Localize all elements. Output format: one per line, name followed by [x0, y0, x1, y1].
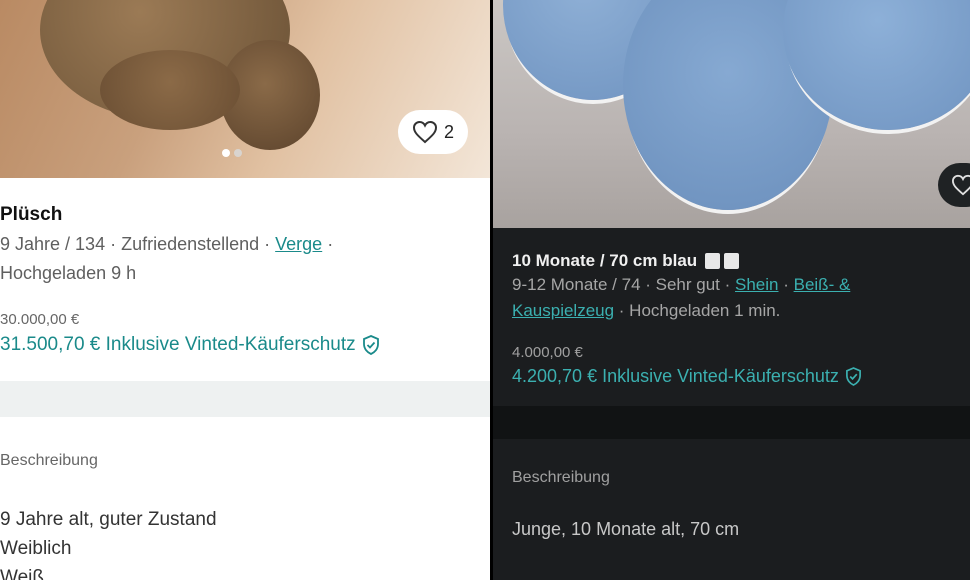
- description-text: 9 Jahre alt, guter Zustand Weiblich Weiß: [0, 505, 217, 580]
- description-line: Weiblich: [0, 538, 72, 559]
- listing-panel-light: 2 Plüsch 9 Jahre / 134 · Zufriedenstelle…: [0, 0, 490, 580]
- description-line: Weiß: [0, 567, 44, 580]
- listing-meta: 9 Jahre / 134 · Zufriedenstellend · Verg…: [0, 230, 480, 288]
- photo-pagination-dots: [222, 149, 242, 157]
- category-link-continued[interactable]: Kauspielzeug: [512, 301, 614, 320]
- listing-title: Plüsch: [0, 204, 63, 225]
- category-link[interactable]: Beiß- &: [794, 275, 851, 294]
- price-with-protection: 31.500,70 € Inklusive Vinted-Käuferschut…: [0, 334, 356, 355]
- upload-time: · Hochgeladen 1 min.: [614, 301, 781, 320]
- badge-icon: [724, 253, 740, 269]
- shield-check-icon: [845, 367, 861, 386]
- buyer-protection-price[interactable]: 4.200,70 € Inklusive Vinted-Käuferschutz: [512, 366, 862, 387]
- favorite-count: 2: [443, 121, 454, 142]
- pagination-dot: [234, 149, 242, 157]
- description-label: Beschreibung: [512, 469, 610, 486]
- upload-time: Hochgeladen 9 h: [0, 263, 137, 283]
- meta-size-condition: 9 Jahre / 134 · Zufriedenstellend ·: [0, 234, 276, 254]
- brand-link[interactable]: Shein: [735, 275, 778, 294]
- favorite-button[interactable]: [938, 163, 970, 207]
- section-divider: [0, 381, 490, 417]
- meta-separator: ·: [778, 275, 794, 294]
- listing-title: 10 Monate / 70 cm blau: [512, 251, 740, 271]
- listing-title-text: 10 Monate / 70 cm blau: [512, 251, 698, 270]
- badge-icon: [705, 253, 721, 269]
- shield-check-icon: [362, 335, 379, 355]
- description-line: 9 Jahre alt, guter Zustand: [0, 509, 217, 530]
- favorite-button[interactable]: 2: [398, 110, 468, 154]
- heart-icon: [951, 174, 970, 196]
- listing-meta: 9-12 Monate / 74 · Sehr gut · Shein · Be…: [512, 272, 952, 324]
- product-photo-blue-plush[interactable]: [493, 0, 970, 228]
- description-text: Junge, 10 Monate alt, 70 cm: [512, 519, 740, 539]
- product-photo-plush[interactable]: 2: [0, 0, 490, 178]
- pagination-dot-active: [222, 149, 230, 157]
- meta-separator: ·: [322, 234, 334, 254]
- price-with-protection: 4.200,70 € Inklusive Vinted-Käuferschutz: [512, 366, 839, 386]
- meta-size-condition: 9-12 Monate / 74 · Sehr gut ·: [512, 275, 736, 294]
- item-price: 4.000,00 €: [512, 344, 583, 361]
- item-price: 30.000,00 €: [0, 311, 80, 328]
- brand-link[interactable]: Verge: [275, 234, 322, 254]
- listing-panel-dark: 10 Monate / 70 cm blau 9-12 Monate / 74 …: [493, 0, 970, 580]
- heart-icon: [412, 120, 437, 144]
- section-divider: [493, 406, 970, 439]
- plush-leg: [100, 50, 240, 130]
- description-label: Beschreibung: [0, 452, 98, 469]
- buyer-protection-price[interactable]: 31.500,70 € Inklusive Vinted-Käuferschut…: [0, 334, 380, 356]
